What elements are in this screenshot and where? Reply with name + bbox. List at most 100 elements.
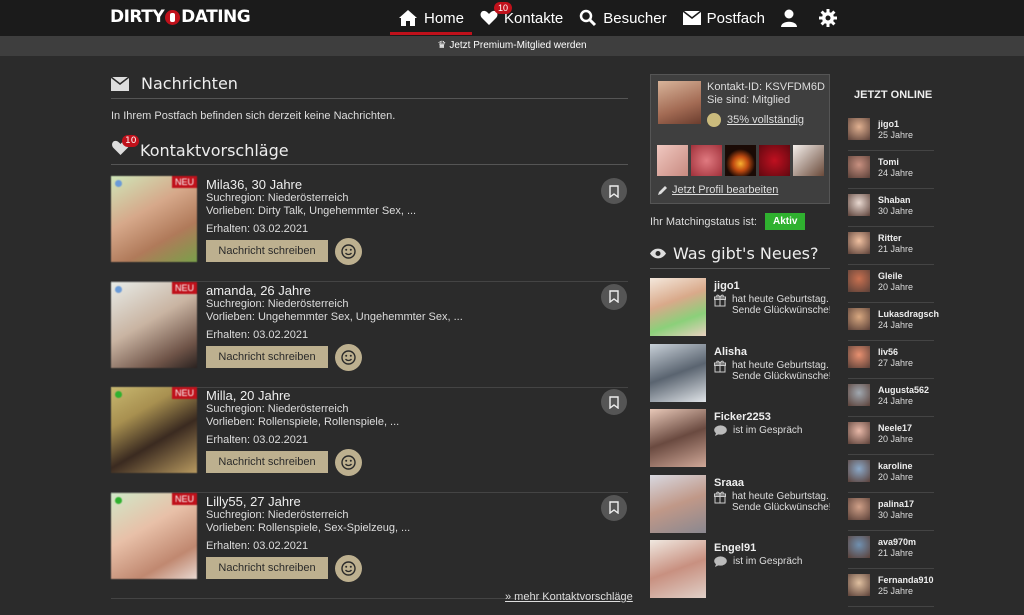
smile-button[interactable] — [335, 554, 362, 582]
thumb-5[interactable] — [793, 145, 824, 176]
nav-besucher-label: Besucher — [603, 9, 667, 27]
online-user[interactable]: palina17 30 Jahre — [848, 494, 934, 531]
online-user[interactable]: Tomi 24 Jahre — [848, 152, 934, 189]
online-user-photo[interactable] — [848, 118, 870, 140]
more-suggestions-link[interactable]: » mehr Kontaktvorschläge — [505, 591, 633, 603]
news-item[interactable]: Alisha hat heute Geburtstag. Sende Glückw… — [650, 343, 830, 402]
online-user[interactable]: Shaban 30 Jahre — [848, 190, 934, 227]
news-item[interactable]: Engel91 ist im Gespräch — [650, 540, 830, 598]
bookmark-button[interactable] — [601, 494, 627, 521]
online-user-name[interactable]: ava970m — [878, 537, 916, 547]
write-message-button[interactable]: Nachricht schreiben — [206, 451, 328, 473]
online-user[interactable]: Lukasdragsch 24 Jahre — [848, 304, 939, 341]
home-icon — [399, 10, 417, 26]
smile-button[interactable] — [335, 343, 362, 371]
news-text: hat heute Geburtstag. Sende Glückwünsche! — [714, 360, 830, 382]
bookmark-button[interactable] — [601, 283, 627, 310]
online-user-photo[interactable] — [848, 384, 870, 406]
online-user[interactable]: Ritter 21 Jahre — [848, 228, 934, 265]
news-photo[interactable] — [650, 278, 706, 336]
news-photo[interactable] — [650, 540, 706, 598]
online-user-name[interactable]: Neele17 — [878, 423, 912, 433]
nav-kontakte[interactable]: 10 Kontakte — [472, 0, 571, 36]
thumb-1[interactable] — [657, 145, 688, 176]
smile-button[interactable] — [335, 238, 362, 265]
news-name[interactable]: Alisha — [714, 346, 747, 358]
news-name[interactable]: jigo1 — [714, 280, 740, 292]
online-user-photo[interactable] — [848, 194, 870, 216]
site-logo[interactable]: DIRTY DATING — [110, 7, 251, 27]
suggestion-name[interactable]: amanda, 26 Jahre — [206, 283, 311, 298]
suggestion-photo[interactable]: NEU — [111, 176, 197, 262]
online-user-name[interactable]: liv56 — [878, 347, 898, 357]
write-message-button[interactable]: Nachricht schreiben — [206, 240, 328, 262]
thumb-2[interactable] — [691, 145, 722, 176]
news-photo[interactable] — [650, 474, 706, 533]
online-user[interactable]: Fernanda910 25 Jahre — [848, 570, 934, 607]
online-user[interactable]: Augusta562 24 Jahre — [848, 380, 934, 417]
nav-user[interactable] — [773, 0, 811, 36]
suggestion-name[interactable]: Lilly55, 27 Jahre — [206, 494, 301, 509]
news-name[interactable]: Sraaa — [714, 477, 744, 489]
completion-text[interactable]: 35% vollständig — [727, 114, 804, 126]
profile-photo[interactable] — [658, 81, 701, 124]
write-message-button[interactable]: Nachricht schreiben — [206, 556, 328, 579]
suggestion-photo[interactable]: NEU — [111, 281, 197, 368]
news-photo[interactable] — [650, 343, 706, 402]
online-user[interactable]: ava970m 21 Jahre — [848, 532, 934, 569]
bookmark-button[interactable] — [601, 389, 627, 415]
online-user-name[interactable]: jigo1 — [878, 119, 899, 129]
news-item[interactable]: Ficker2253 ist im Gespräch — [650, 409, 830, 467]
online-user-photo[interactable] — [848, 498, 870, 520]
online-user-name[interactable]: Shaban — [878, 195, 911, 205]
thumb-4[interactable] — [759, 145, 790, 176]
profile-completion[interactable]: 35% vollständig — [707, 113, 804, 127]
premium-bar[interactable]: ♛ Jetzt Premium-Mitglied werden — [0, 36, 1024, 56]
edit-profile-label[interactable]: Jetzt Profil bearbeiten — [672, 184, 778, 196]
online-user-photo[interactable] — [848, 156, 870, 178]
online-user-name[interactable]: karoline — [878, 461, 913, 471]
news-photo[interactable] — [650, 409, 706, 467]
online-user-photo[interactable] — [848, 346, 870, 368]
news-name[interactable]: Ficker2253 — [714, 411, 771, 423]
premium-link[interactable]: Jetzt Premium-Mitglied werden — [449, 40, 586, 51]
online-user-name[interactable]: Lukasdragsch — [878, 309, 939, 319]
smile-button[interactable] — [335, 449, 362, 476]
online-user-photo[interactable] — [848, 574, 870, 596]
online-user[interactable]: Neele17 20 Jahre — [848, 418, 934, 455]
logo-text-right: DATING — [181, 7, 251, 27]
suggestion-photo[interactable]: NEU — [111, 492, 197, 579]
nav-settings[interactable] — [811, 0, 851, 36]
thumb-3[interactable] — [725, 145, 756, 176]
online-user-name[interactable]: palina17 — [878, 499, 914, 509]
suggestion-photo[interactable]: NEU — [111, 387, 197, 473]
edit-profile-link[interactable]: Jetzt Profil bearbeiten — [657, 184, 778, 196]
matching-label: Ihr Matchingstatus ist: — [650, 215, 757, 228]
online-user-name[interactable]: Ritter — [878, 233, 902, 243]
online-user[interactable]: Gleile 20 Jahre — [848, 266, 934, 303]
suggestion-name[interactable]: Mila36, 30 Jahre — [206, 177, 302, 192]
online-user-photo[interactable] — [848, 232, 870, 254]
news-item[interactable]: Sraaa hat heute Geburtstag. Sende Glückwü… — [650, 474, 830, 533]
online-user-name[interactable]: Fernanda910 — [878, 575, 934, 585]
online-user-name[interactable]: Tomi — [878, 157, 899, 167]
nav-besucher[interactable]: Besucher — [571, 0, 674, 36]
online-user-photo[interactable] — [848, 422, 870, 444]
online-user-age: 30 Jahre — [878, 206, 914, 216]
online-user-photo[interactable] — [848, 308, 870, 330]
online-user-photo[interactable] — [848, 536, 870, 558]
online-user-name[interactable]: Augusta562 — [878, 385, 929, 395]
online-user[interactable]: karoline 20 Jahre — [848, 456, 934, 493]
online-user[interactable]: liv56 27 Jahre — [848, 342, 934, 379]
write-message-button[interactable]: Nachricht schreiben — [206, 345, 328, 368]
news-item[interactable]: jigo1 hat heute Geburtstag. Sende Glückwü… — [650, 278, 830, 336]
news-name[interactable]: Engel91 — [714, 542, 756, 554]
online-user-photo[interactable] — [848, 460, 870, 482]
suggestion-name[interactable]: Milla, 20 Jahre — [206, 388, 291, 403]
online-user[interactable]: jigo1 25 Jahre — [848, 114, 934, 151]
nav-home[interactable]: Home — [390, 0, 473, 36]
bookmark-button[interactable] — [601, 178, 627, 204]
online-user-name[interactable]: Gleile — [878, 271, 903, 281]
online-user-photo[interactable] — [848, 270, 870, 292]
nav-postfach[interactable]: Postfach — [675, 0, 773, 36]
